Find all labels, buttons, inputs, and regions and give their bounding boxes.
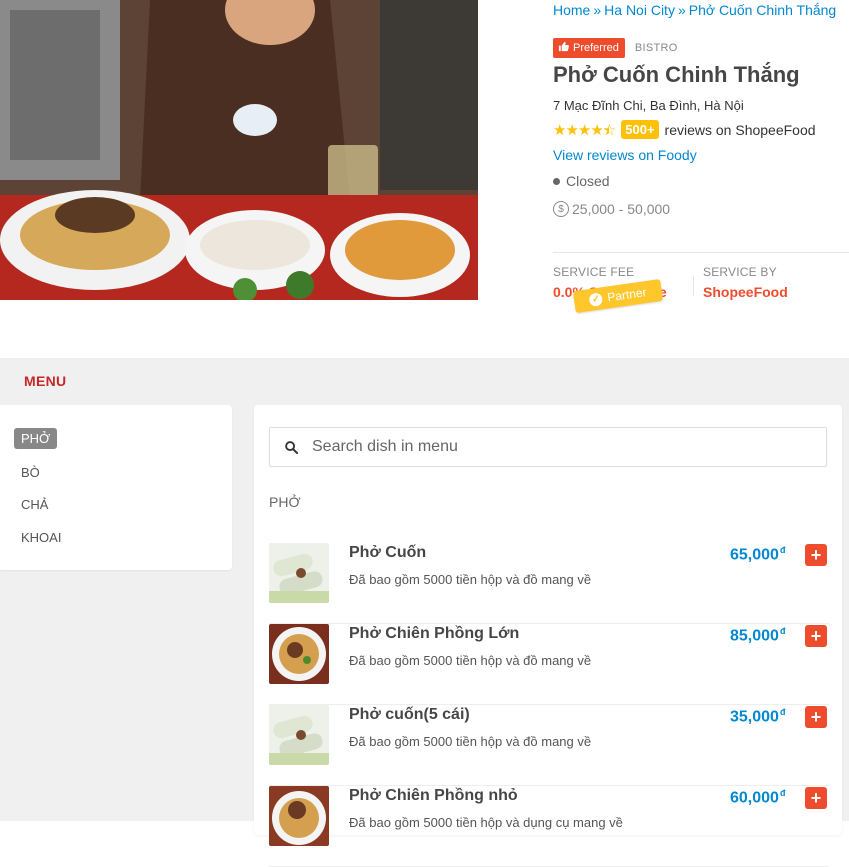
category-panel: PHỞ BÒ CHẢ KHOAI	[0, 405, 232, 570]
service-by-value: ShopeeFood	[703, 284, 788, 300]
breadcrumb-separator: »	[593, 2, 602, 18]
dollar-icon: $	[553, 201, 569, 217]
dish-description: Đã bao gồm 5000 tiền hộp và đồ mang về	[349, 734, 592, 749]
dish-price: 85,000đ	[730, 626, 785, 645]
dish-price: 65,000đ	[730, 545, 785, 564]
breadcrumb-current[interactable]: Phở Cuốn Chinh Thắng	[689, 2, 836, 18]
star-rating-icon: ★★★★☆★	[553, 121, 616, 139]
plus-icon: +	[810, 626, 822, 646]
category-item-bo[interactable]: BÒ	[14, 462, 47, 483]
menu-title: MENU	[24, 373, 67, 389]
status-dot-icon	[553, 177, 560, 185]
dish-name: Phở cuốn(5 cái)	[349, 706, 470, 723]
search-input[interactable]	[310, 437, 794, 457]
info-divider	[553, 252, 849, 253]
dish-photo[interactable]	[269, 624, 329, 684]
dish-description: Đã bao gồm 5000 tiền hộp và dụng cụ mang…	[349, 815, 623, 830]
dish-price: 60,000đ	[730, 788, 785, 807]
dish-name: Phở Chiên Phồng nhỏ	[349, 787, 518, 804]
restaurant-name: Phở Cuốn Chinh Thắng	[553, 62, 800, 87]
service-by: SERVICE BY ShopeeFood	[703, 265, 788, 300]
add-to-cart-button[interactable]: +	[805, 787, 827, 809]
add-to-cart-button[interactable]: +	[805, 625, 827, 647]
dish-panel: PHỞ Phở Cuốn Đã bao gồm 5000 tiền hộp và…	[254, 405, 842, 867]
dish-price-value: 35,000	[730, 708, 779, 726]
currency-symbol: đ	[779, 788, 786, 798]
open-status: Closed	[553, 173, 610, 189]
dish-price-value: 60,000	[730, 789, 779, 807]
dish-price-value: 65,000	[730, 546, 779, 564]
currency-symbol: đ	[779, 626, 786, 636]
service-fee-label: SERVICE FEE	[553, 265, 635, 279]
status-text: Closed	[566, 173, 610, 189]
dish-description: Đã bao gồm 5000 tiền hộp và đồ mang về	[349, 653, 592, 668]
dish-item: Phở Cuốn Đã bao gồm 5000 tiền hộp và đồ …	[269, 543, 829, 624]
check-icon: ✓	[588, 291, 604, 307]
dish-photo[interactable]	[269, 786, 329, 846]
badge-row: Preferred BISTRO	[553, 38, 678, 58]
restaurant-address: 7 Mạc Đĩnh Chi, Ba Đình, Hà Nội	[553, 98, 744, 113]
restaurant-kind: BISTRO	[634, 42, 678, 54]
menu-section: MENU PHỞ BÒ CHẢ KHOAI PHỞ Phở Cuốn Đã ba…	[0, 358, 849, 867]
category-item-khoai[interactable]: KHOAI	[14, 527, 68, 548]
breadcrumb: Home» Ha Noi City» Phở Cuốn Chinh Thắng	[553, 2, 836, 18]
dish-item: Phở cuốn(5 cái) Đã bao gồm 5000 tiền hộp…	[269, 705, 829, 786]
dish-name: Phở Cuốn	[349, 544, 427, 561]
rating-row: ★★★★☆★ 500+ reviews on ShopeeFood	[553, 120, 816, 139]
currency-symbol: đ	[779, 545, 786, 555]
dish-photo[interactable]	[269, 705, 329, 765]
reviews-text: reviews on ShopeeFood	[664, 121, 816, 138]
currency-symbol: đ	[779, 707, 786, 717]
restaurant-cover-photo	[0, 0, 478, 300]
thumbs-up-icon	[558, 41, 569, 55]
add-to-cart-button[interactable]: +	[805, 706, 827, 728]
add-to-cart-button[interactable]: +	[805, 544, 827, 566]
breadcrumb-separator: »	[677, 2, 686, 18]
search-icon	[285, 440, 299, 454]
dish-item: Phở Chiên Phồng nhỏ Đã bao gồm 5000 tiền…	[269, 786, 829, 867]
plus-icon: +	[810, 788, 822, 808]
price-range: $ 25,000 - 50,000	[553, 201, 670, 217]
category-item-pho[interactable]: PHỞ	[14, 428, 58, 449]
plus-icon: +	[810, 545, 822, 565]
dish-name: Phở Chiên Phồng Lớn	[349, 625, 520, 642]
partner-label: Partner	[606, 285, 648, 305]
dish-description: Đã bao gồm 5000 tiền hộp và đồ mang về	[349, 572, 592, 587]
breadcrumb-home[interactable]: Home	[553, 2, 590, 18]
plus-icon: +	[810, 707, 822, 727]
dish-item: Phở Chiên Phồng Lớn Đã bao gồm 5000 tiền…	[269, 624, 829, 705]
dish-price: 35,000đ	[730, 707, 785, 726]
preferred-label: Preferred	[573, 42, 619, 54]
review-count-badge: 500+	[621, 120, 659, 139]
fee-divider	[693, 276, 694, 296]
section-title: PHỞ	[269, 494, 301, 510]
price-range-text: 25,000 - 50,000	[572, 201, 671, 217]
breadcrumb-city[interactable]: Ha Noi City	[604, 2, 675, 18]
foody-reviews-link[interactable]: View reviews on Foody	[553, 147, 697, 163]
preferred-badge: Preferred	[553, 38, 625, 58]
dish-price-value: 85,000	[730, 627, 779, 645]
dish-photo[interactable]	[269, 543, 329, 603]
dish-search[interactable]	[269, 427, 827, 467]
category-item-cha[interactable]: CHẢ	[14, 494, 55, 515]
service-by-label: SERVICE BY	[703, 265, 777, 279]
